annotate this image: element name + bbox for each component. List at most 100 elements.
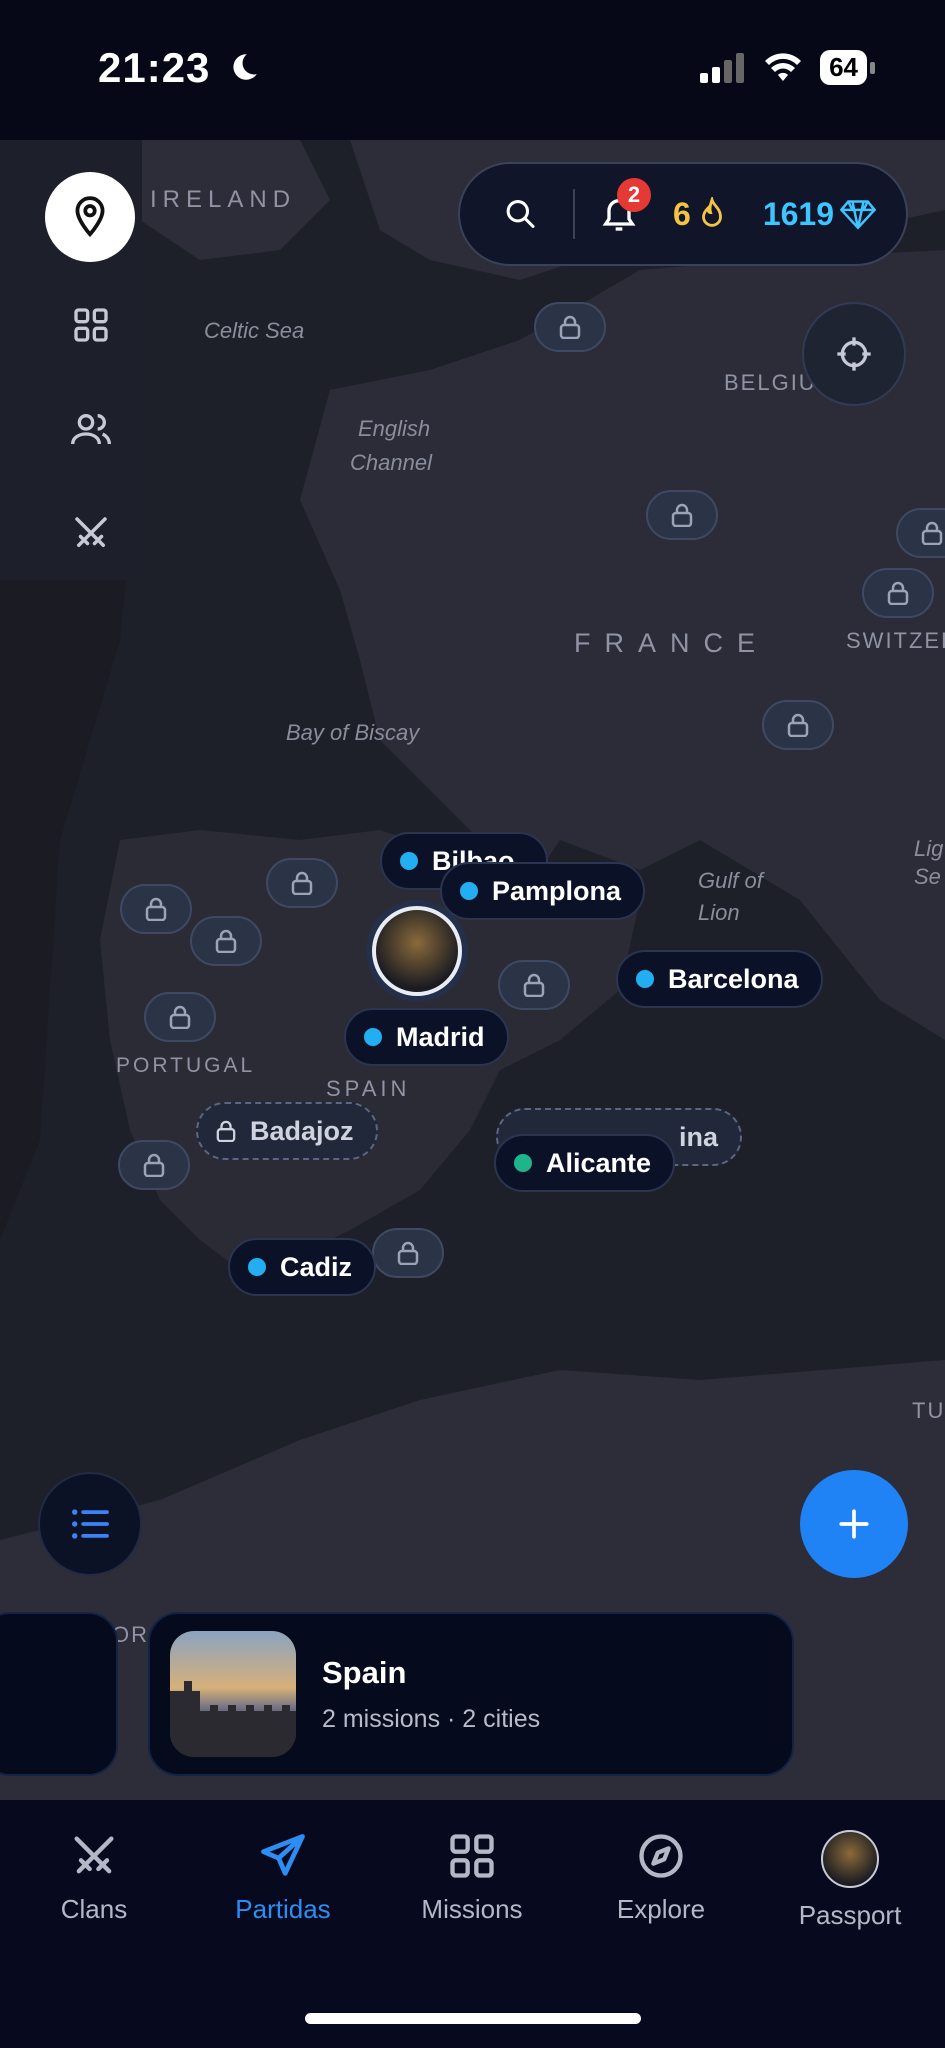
- status-icons: 64: [700, 50, 875, 85]
- tab-label: Missions: [421, 1894, 523, 1924]
- top-stats-bar: 2 6 1619: [458, 162, 908, 266]
- locked-region-marker[interactable]: [762, 700, 834, 750]
- notification-badge: 2: [617, 178, 652, 212]
- friends-button[interactable]: [68, 406, 114, 452]
- add-button[interactable]: [800, 1470, 908, 1578]
- locked-region-marker[interactable]: [646, 490, 718, 540]
- locked-region-marker[interactable]: [190, 916, 262, 966]
- map-label-bay-of-biscay: Bay of Biscay: [286, 720, 420, 745]
- region-thumbnail: [170, 1631, 296, 1757]
- region-card-spain[interactable]: Spain 2 missions · 2 cities: [148, 1612, 794, 1776]
- city-label: Madrid: [396, 1021, 485, 1052]
- moon-icon: [233, 54, 257, 80]
- map-label-france: FRANCE: [574, 628, 770, 658]
- plus-icon: [839, 1509, 869, 1539]
- streak-counter[interactable]: 6: [673, 196, 727, 233]
- diamond-icon: [840, 200, 876, 230]
- list-view-button[interactable]: [38, 1472, 142, 1576]
- lock-icon: [145, 897, 167, 921]
- city-marker-alicante[interactable]: Alicante: [494, 1134, 676, 1192]
- map-label-portugal: PORTUGAL: [116, 1054, 256, 1077]
- map-label-english-channel-2: Channel: [350, 450, 432, 475]
- locked-region-marker[interactable]: [534, 302, 606, 352]
- lock-icon: [216, 1120, 236, 1142]
- city-label: Pamplona: [492, 875, 622, 906]
- tab-label: Explore: [616, 1894, 706, 1924]
- grid-icon: [450, 1834, 494, 1878]
- users-icon: [71, 414, 111, 445]
- map-label-celtic-sea: Celtic Sea: [204, 318, 305, 343]
- lock-icon: [787, 713, 809, 737]
- city-dot: [514, 1154, 532, 1172]
- locked-region-marker[interactable]: [862, 568, 934, 618]
- tab-passport[interactable]: Passport: [770, 1830, 930, 1931]
- tab-bar: Clans Partidas Missions Explore Passport: [0, 1800, 945, 2048]
- city-marker-badajoz[interactable]: Badajoz: [196, 1102, 378, 1160]
- lock-icon: [291, 871, 313, 895]
- plane-icon: [261, 1834, 305, 1876]
- locked-region-marker[interactable]: [498, 960, 570, 1010]
- city-label: Barcelona: [668, 963, 799, 994]
- tab-label: Partidas: [235, 1894, 331, 1924]
- gems-counter[interactable]: 1619: [763, 196, 876, 233]
- flame-icon: [701, 197, 722, 227]
- tab-label: Passport: [798, 1900, 902, 1930]
- lock-icon: [921, 521, 943, 545]
- compass-icon: [639, 1834, 683, 1878]
- city-marker-madrid[interactable]: Madrid: [344, 1008, 509, 1066]
- lock-icon: [169, 1005, 191, 1029]
- lock-icon: [215, 929, 237, 953]
- map-label-switzerland: SWITZER: [846, 628, 945, 653]
- city-label: ina: [678, 1121, 718, 1152]
- recenter-button[interactable]: [802, 302, 906, 406]
- tab-missions[interactable]: Missions: [392, 1830, 552, 1925]
- search-icon[interactable]: [504, 196, 537, 232]
- map-label-spain: SPAIN: [326, 1076, 411, 1101]
- map-label-ireland: IRELAND: [150, 186, 297, 213]
- city-marker-barcelona[interactable]: Barcelona: [616, 950, 823, 1008]
- city-dot: [400, 852, 418, 870]
- map-pin-button[interactable]: [45, 172, 135, 262]
- status-bar: 21:23 64: [0, 0, 945, 140]
- notifications-button[interactable]: 2: [599, 178, 652, 234]
- avatar: [821, 1830, 879, 1888]
- streak-value: 6: [673, 195, 691, 232]
- tab-explore[interactable]: Explore: [581, 1830, 741, 1925]
- locked-region-marker[interactable]: [118, 1140, 190, 1190]
- tab-label: Clans: [60, 1894, 128, 1924]
- grid-button[interactable]: [68, 302, 114, 348]
- map-label-english-channel-1: English: [358, 416, 431, 441]
- divider: [573, 189, 576, 239]
- region-card-previous[interactable]: [0, 1612, 118, 1776]
- swords-icon: [75, 517, 107, 547]
- swords-icon: [74, 1836, 114, 1874]
- status-time: 21:23: [98, 44, 261, 92]
- map-label-lig: Lig: [914, 836, 944, 861]
- city-marker-pamplona[interactable]: Pamplona: [440, 862, 646, 920]
- locked-region-marker[interactable]: [120, 884, 192, 934]
- locked-region-marker[interactable]: [144, 992, 216, 1042]
- tab-partidas[interactable]: Partidas: [203, 1830, 363, 1925]
- region-card-subtitle: 2 missions · 2 cities: [322, 1704, 541, 1733]
- user-avatar-marker[interactable]: [372, 906, 462, 996]
- locked-region-marker[interactable]: [266, 858, 338, 908]
- lock-icon: [887, 581, 909, 605]
- lock-icon: [559, 315, 581, 339]
- map-label-gulf-of-lion-2: Lion: [698, 900, 740, 925]
- city-label: Badajoz: [250, 1115, 354, 1146]
- battery-indicator: 64: [820, 50, 875, 85]
- lock-icon: [397, 1241, 419, 1265]
- map-label-tu: TU: [912, 1398, 945, 1423]
- signal-icon: [700, 52, 745, 83]
- grid-icon: [74, 308, 108, 342]
- castle-silhouette: [170, 1681, 296, 1757]
- locked-region-marker[interactable]: [896, 508, 945, 558]
- city-dot: [460, 882, 478, 900]
- city-dot: [636, 970, 654, 988]
- city-marker-cadiz[interactable]: Cadiz: [228, 1238, 377, 1296]
- battle-button[interactable]: [68, 510, 114, 556]
- home-indicator: [305, 2013, 641, 2024]
- lock-icon: [143, 1153, 165, 1177]
- locked-region-marker[interactable]: [372, 1228, 444, 1278]
- tab-clans[interactable]: Clans: [14, 1830, 174, 1925]
